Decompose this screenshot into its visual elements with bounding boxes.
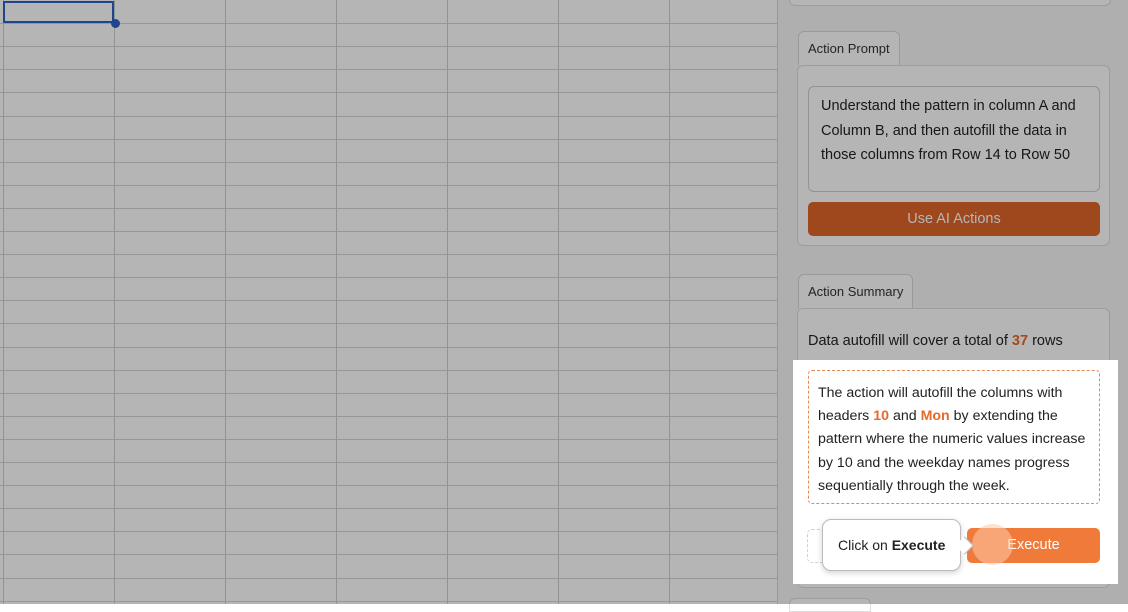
row-gridline	[0, 300, 777, 301]
row-gridline	[0, 277, 777, 278]
row-gridline	[0, 185, 777, 186]
tutorial-tooltip: Click on Execute	[822, 519, 961, 571]
tooltip-target: Execute	[891, 537, 946, 553]
column-gridline	[3, 0, 4, 604]
spotlight-region: The action will autofill the columns wit…	[793, 360, 1118, 584]
row-gridline	[0, 347, 777, 348]
column-gridline	[447, 0, 448, 604]
previous-card	[789, 0, 1111, 6]
tab-action-summary[interactable]: Action Summary	[798, 274, 914, 308]
column-gridline	[114, 0, 115, 604]
column-gridline	[225, 0, 226, 604]
row-gridline	[0, 116, 777, 117]
summary-prefix: Data autofill will cover a total of	[808, 333, 1012, 349]
next-section-tab	[789, 598, 871, 612]
header-value-1: 10	[873, 408, 889, 425]
row-gridline	[0, 554, 777, 555]
spreadsheet-grid[interactable]	[0, 0, 777, 604]
description-part2: and	[889, 408, 921, 425]
row-gridline	[0, 601, 777, 602]
row-gridline	[0, 393, 777, 394]
action-description: The action will autofill the columns wit…	[808, 370, 1100, 504]
row-gridline	[0, 531, 777, 532]
column-gridline	[558, 0, 559, 604]
row-count: 37	[1011, 333, 1029, 349]
row-gridline	[0, 485, 777, 486]
row-gridline	[0, 46, 777, 47]
summary-text: Data autofill will cover a total of 37 r…	[808, 333, 1063, 349]
row-gridline	[0, 69, 777, 70]
row-gridline	[0, 139, 777, 140]
summary-suffix: rows	[1028, 333, 1063, 349]
column-gridline	[669, 0, 670, 604]
row-gridline	[0, 208, 777, 209]
row-gridline	[0, 254, 777, 255]
use-ai-actions-button[interactable]: Use AI Actions	[808, 202, 1100, 236]
action-prompt-input[interactable]: Understand the pattern in column A and C…	[808, 86, 1100, 192]
selected-cell[interactable]	[3, 1, 114, 23]
click-indicator	[972, 524, 1013, 565]
row-gridline	[0, 92, 777, 93]
tab-action-prompt[interactable]: Action Prompt	[798, 31, 900, 65]
row-gridline	[0, 323, 777, 324]
row-gridline	[0, 162, 777, 163]
column-gridline	[336, 0, 337, 604]
row-gridline	[0, 439, 777, 440]
row-gridline	[0, 416, 777, 417]
row-gridline	[0, 508, 777, 509]
header-value-2: Mon	[920, 408, 950, 425]
row-gridline	[0, 578, 777, 579]
tooltip-prefix: Click on	[838, 537, 892, 553]
row-gridline	[0, 370, 777, 371]
row-gridline	[0, 231, 777, 232]
fill-handle[interactable]	[111, 19, 120, 28]
row-gridline	[0, 462, 777, 463]
